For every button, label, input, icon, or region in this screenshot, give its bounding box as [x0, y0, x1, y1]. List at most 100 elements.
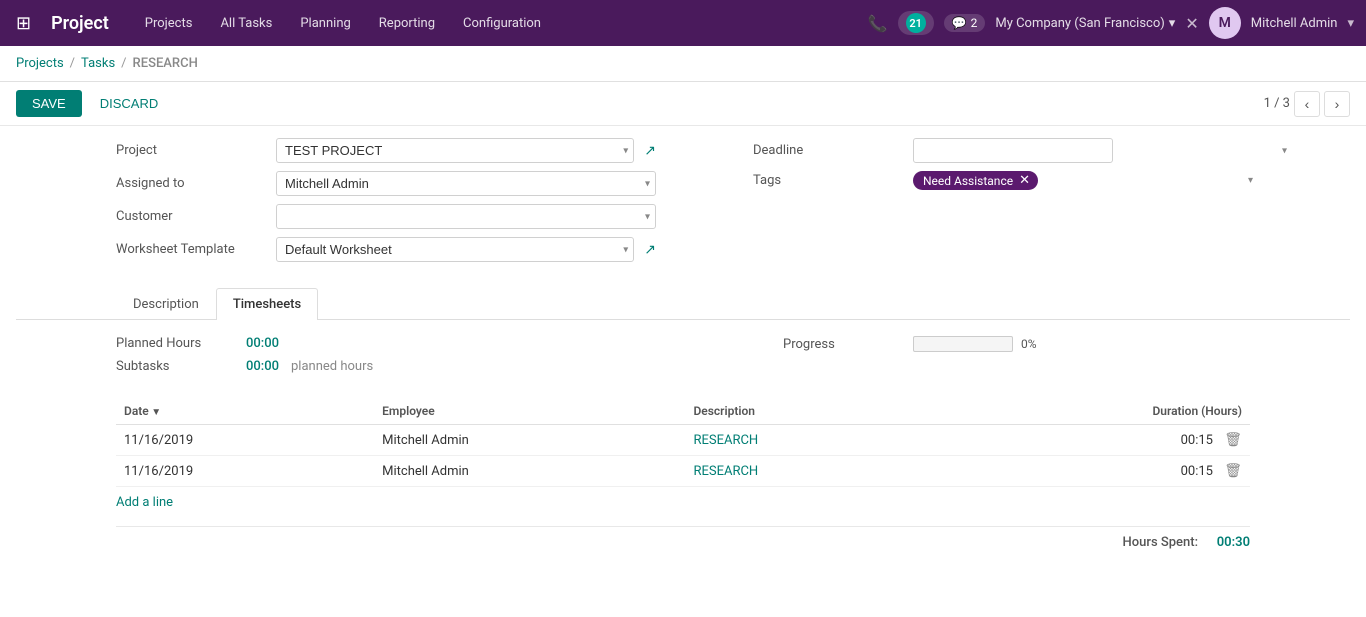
- assigned-to-select-wrapper: Mitchell Admin ▾: [276, 171, 656, 196]
- col-description: Description: [685, 398, 930, 425]
- form-left: Project TEST PROJECT ▾ ↗ Assigned to: [16, 138, 713, 270]
- planned-hours-label: Planned Hours: [116, 336, 246, 351]
- tabs-bar: Description Timesheets: [16, 288, 1350, 320]
- apps-icon[interactable]: ⊞: [12, 9, 35, 38]
- action-bar: SAVE DISCARD 1 / 3 ‹ ›: [0, 82, 1366, 126]
- company-name: My Company (San Francisco): [995, 16, 1164, 31]
- main-nav: Projects All Tasks Planning Reporting Co…: [133, 10, 852, 37]
- breadcrumb-projects[interactable]: Projects: [16, 56, 64, 71]
- worksheet-value-wrapper: Default Worksheet ▾ ↗: [276, 237, 656, 262]
- worksheet-external-link-icon[interactable]: ↗: [644, 242, 656, 258]
- ts-summary-right: Progress 0%: [583, 336, 1250, 382]
- company-selector[interactable]: My Company (San Francisco) ▾: [995, 16, 1175, 31]
- cell-employee-2: Mitchell Admin: [374, 456, 685, 487]
- breadcrumb-sep2: /: [121, 56, 126, 71]
- customer-label: Customer: [116, 209, 276, 224]
- deadline-field-row: Deadline ▾: [753, 138, 1350, 163]
- table-header-row: Date Employee Description Duration (Hour…: [116, 398, 1250, 425]
- worksheet-label: Worksheet Template: [116, 242, 276, 257]
- cell-date-2: 11/16/2019: [116, 456, 374, 487]
- worksheet-select[interactable]: Default Worksheet: [276, 237, 634, 262]
- deadline-value-wrapper: ▾: [913, 138, 1293, 163]
- col-date[interactable]: Date: [116, 398, 374, 425]
- delete-row-1-icon[interactable]: 🗑: [1224, 432, 1242, 448]
- progress-label: Progress: [783, 337, 913, 352]
- prev-page-button[interactable]: ‹: [1294, 91, 1320, 117]
- user-name[interactable]: Mitchell Admin: [1251, 16, 1338, 31]
- tab-timesheets[interactable]: Timesheets: [216, 288, 318, 320]
- tags-label: Tags: [753, 173, 913, 188]
- message-icon: 💬: [952, 16, 967, 30]
- table-row: 11/16/2019 Mitchell Admin RESEARCH 00:15…: [116, 456, 1250, 487]
- message-badge[interactable]: 💬 2: [944, 14, 986, 32]
- cell-description-1: RESEARCH: [685, 425, 930, 456]
- cell-duration-2: 00:15 🗑: [930, 456, 1250, 487]
- deadline-label: Deadline: [753, 143, 913, 158]
- subtasks-label: Subtasks: [116, 359, 246, 374]
- tab-description[interactable]: Description: [116, 288, 216, 320]
- discard-button[interactable]: DISCARD: [90, 90, 169, 117]
- nav-reporting[interactable]: Reporting: [367, 10, 447, 37]
- cell-description-2: RESEARCH: [685, 456, 930, 487]
- form-right: Deadline ▾ Tags Need Assistance ✕ ▾: [713, 138, 1350, 270]
- tags-value-wrapper: Need Assistance ✕ ▾: [913, 171, 1253, 190]
- planned-hours-value: 00:00: [246, 336, 279, 351]
- close-icon[interactable]: ✕: [1185, 14, 1198, 33]
- activity-badge[interactable]: 21: [898, 11, 934, 35]
- topbar-right: 📞 21 💬 2 My Company (San Francisco) ▾ ✕ …: [868, 7, 1354, 39]
- nav-planning[interactable]: Planning: [288, 10, 362, 37]
- tags-field-row: Tags Need Assistance ✕ ▾: [753, 171, 1350, 190]
- hours-spent-row: Hours Spent: 00:30: [116, 526, 1250, 550]
- tag-label: Need Assistance: [923, 174, 1013, 188]
- ts-summary: Planned Hours 00:00 Subtasks 00:00 plann…: [116, 336, 1250, 382]
- chevron-down-icon: ▾: [1169, 16, 1176, 31]
- customer-field-row: Customer ▾: [116, 204, 713, 229]
- breadcrumb-tasks[interactable]: Tasks: [81, 56, 115, 71]
- tag-close-icon[interactable]: ✕: [1019, 173, 1030, 188]
- customer-select-wrapper: ▾: [276, 204, 656, 229]
- next-page-button[interactable]: ›: [1324, 91, 1350, 117]
- phone-icon[interactable]: 📞: [868, 14, 888, 33]
- activity-count: 21: [906, 13, 926, 33]
- hours-spent-value: 00:30: [1210, 535, 1250, 550]
- main-content: Project TEST PROJECT ▾ ↗ Assigned to: [0, 126, 1366, 607]
- cell-duration-1: 00:15 🗑: [930, 425, 1250, 456]
- planned-hours-row: Planned Hours 00:00: [116, 336, 583, 351]
- subtasks-suffix: planned hours: [291, 359, 373, 374]
- nav-all-tasks[interactable]: All Tasks: [208, 10, 284, 37]
- assigned-to-value-wrapper: Mitchell Admin ▾: [276, 171, 656, 196]
- nav-configuration[interactable]: Configuration: [451, 10, 553, 37]
- project-external-link-icon[interactable]: ↗: [644, 143, 656, 159]
- worksheet-field-row: Worksheet Template Default Worksheet ▾ ↗: [116, 237, 713, 262]
- delete-row-2-icon[interactable]: 🗑: [1224, 463, 1242, 479]
- project-field-row: Project TEST PROJECT ▾ ↗: [116, 138, 713, 163]
- timesheets-section: Planned Hours 00:00 Subtasks 00:00 plann…: [16, 320, 1350, 550]
- tag-need-assistance: Need Assistance ✕: [913, 171, 1038, 190]
- breadcrumb: Projects / Tasks / RESEARCH: [0, 46, 1366, 82]
- nav-projects[interactable]: Projects: [133, 10, 205, 37]
- save-button[interactable]: SAVE: [16, 90, 82, 117]
- subtasks-row: Subtasks 00:00 planned hours: [116, 359, 583, 374]
- add-line-link[interactable]: Add a line: [116, 487, 173, 518]
- deadline-input[interactable]: [913, 138, 1113, 163]
- pagination: 1 / 3 ‹ ›: [1264, 91, 1350, 117]
- hours-spent-label: Hours Spent:: [1123, 535, 1198, 550]
- customer-value-wrapper: ▾: [276, 204, 656, 229]
- customer-select[interactable]: [276, 204, 656, 229]
- cell-date-1: 11/16/2019: [116, 425, 374, 456]
- progress-row: Progress 0%: [783, 336, 1037, 352]
- project-select[interactable]: TEST PROJECT: [276, 138, 634, 163]
- assigned-to-select[interactable]: Mitchell Admin: [276, 171, 656, 196]
- breadcrumb-sep1: /: [70, 56, 75, 71]
- form-fields: Project TEST PROJECT ▾ ↗ Assigned to: [16, 126, 1350, 278]
- worksheet-select-wrapper: Default Worksheet ▾: [276, 237, 634, 262]
- app-title: Project: [51, 13, 109, 34]
- timesheets-table: Date Employee Description Duration (Hour…: [116, 398, 1250, 487]
- table-row: 11/16/2019 Mitchell Admin RESEARCH 00:15…: [116, 425, 1250, 456]
- message-count: 2: [971, 16, 978, 30]
- progress-pct: 0%: [1021, 337, 1037, 351]
- assigned-to-label: Assigned to: [116, 176, 276, 191]
- col-duration: Duration (Hours): [930, 398, 1250, 425]
- deadline-select-wrapper: ▾: [913, 138, 1293, 163]
- cell-employee-1: Mitchell Admin: [374, 425, 685, 456]
